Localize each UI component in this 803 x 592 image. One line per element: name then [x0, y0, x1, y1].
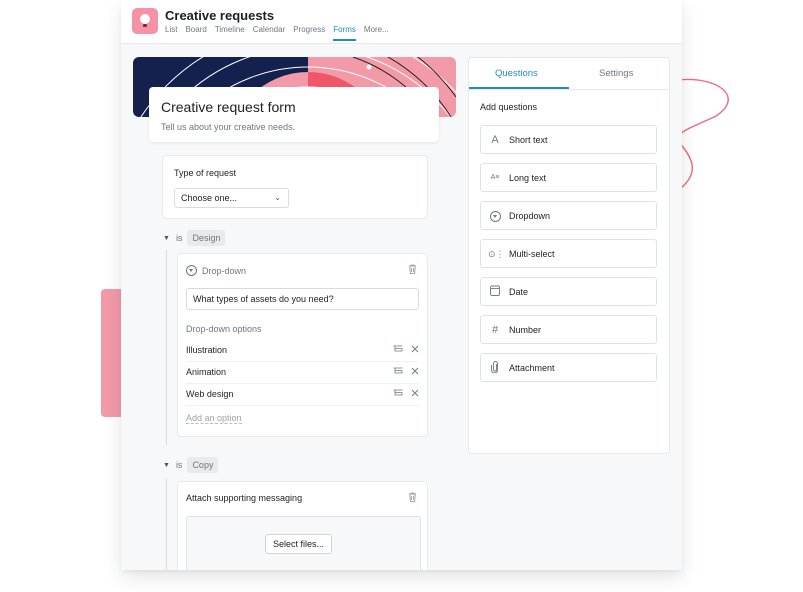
tab-board[interactable]: Board	[185, 25, 206, 41]
project-title: Creative requests	[165, 8, 275, 23]
lightbulb-icon	[132, 8, 158, 34]
multi-select-icon: ⊙⋮	[488, 249, 505, 259]
options-label: Drop-down options	[186, 324, 262, 334]
collapse-triangle-icon[interactable]: ▼	[163, 462, 170, 469]
trash-icon[interactable]	[408, 492, 417, 502]
long-text-icon: A≡	[490, 174, 500, 181]
app-window: Creative requests List Board Timeline Ca…	[121, 0, 682, 570]
option-row[interactable]: Animation	[186, 363, 419, 384]
add-questions-heading: Add questions	[480, 102, 538, 112]
hash-icon: #	[491, 324, 499, 336]
button-label: Date	[509, 287, 529, 297]
condition-prefix: is	[175, 460, 183, 470]
project-header: Creative requests List Board Timeline Ca…	[121, 0, 682, 44]
add-number-button[interactable]: # Number	[480, 315, 657, 344]
close-icon[interactable]	[411, 367, 419, 375]
type-select[interactable]: Choose one... ⌄	[174, 188, 289, 208]
trash-icon[interactable]	[408, 264, 417, 274]
form-title[interactable]: Creative request form	[161, 99, 296, 115]
tab-timeline[interactable]: Timeline	[215, 25, 245, 41]
branch-line	[166, 478, 167, 570]
tab-questions[interactable]: Questions	[495, 68, 538, 79]
button-label: Long text	[509, 173, 547, 183]
calendar-icon	[488, 285, 502, 299]
project-nav: List Board Timeline Calendar Progress Fo…	[165, 25, 397, 41]
question-card-attachment[interactable]: Attach supporting messaging Select files…	[177, 481, 428, 570]
text-a-icon: A	[491, 134, 499, 146]
dropdown-circle-icon	[488, 209, 502, 223]
branch-condition-design: ▼ is Design	[163, 230, 226, 246]
add-attachment-button[interactable]: Attachment	[480, 353, 657, 382]
add-date-button[interactable]: Date	[480, 277, 657, 306]
paperclip-icon	[488, 361, 502, 375]
questions-panel: Questions Settings Add questions A Short…	[468, 57, 670, 454]
tab-progress[interactable]: Progress	[293, 25, 325, 41]
question-text[interactable]: Attach supporting messaging	[186, 493, 302, 503]
question-card-type[interactable]: Type of request Choose one... ⌄	[162, 155, 428, 219]
button-label: Short text	[509, 135, 548, 145]
option-label[interactable]: Web design	[186, 389, 233, 399]
active-tab-indicator	[469, 87, 569, 89]
question-type-header: Drop-down	[186, 265, 246, 276]
question-label: Type of request	[174, 168, 237, 178]
option-row[interactable]: Illustration	[186, 341, 419, 362]
select-value: Choose one...	[181, 193, 238, 203]
question-type-label: Drop-down	[202, 265, 247, 276]
tab-more[interactable]: More...	[364, 25, 389, 41]
button-label: Multi-select	[509, 249, 555, 259]
condition-chip[interactable]: Copy	[187, 457, 219, 473]
tab-settings[interactable]: Settings	[599, 68, 633, 79]
form-description[interactable]: Tell us about your creative needs.	[161, 122, 295, 132]
tab-calendar[interactable]: Calendar	[253, 25, 285, 41]
button-label: Attachment	[509, 363, 555, 373]
select-files-button[interactable]: Select files...	[265, 534, 333, 554]
condition-chip[interactable]: Design	[187, 230, 226, 246]
close-icon[interactable]	[411, 345, 419, 353]
tab-list[interactable]: List	[165, 25, 177, 41]
add-dropdown-button[interactable]: Dropdown	[480, 201, 657, 230]
subtask-branch-icon[interactable]	[393, 389, 403, 397]
add-long-text-button[interactable]: A≡ Long text	[480, 163, 657, 192]
add-option-link[interactable]: Add an option	[186, 413, 242, 424]
add-short-text-button[interactable]: A Short text	[480, 125, 657, 154]
form-header-card: Creative request form Tell us about your…	[149, 87, 439, 142]
branch-condition-copy: ▼ is Copy	[163, 457, 219, 473]
add-multi-select-button[interactable]: ⊙⋮ Multi-select	[480, 239, 657, 268]
option-row[interactable]: Web design	[186, 385, 419, 406]
file-drop-area[interactable]: Select files...	[186, 516, 421, 570]
question-text-input[interactable]: What types of assets do you need?	[186, 288, 419, 310]
option-label[interactable]: Illustration	[186, 345, 227, 355]
button-label: Dropdown	[509, 211, 551, 221]
button-label: Number	[509, 325, 542, 335]
close-icon[interactable]	[411, 389, 419, 397]
dropdown-circle-icon	[186, 265, 197, 276]
tab-forms[interactable]: Forms	[333, 25, 356, 41]
chevron-down-icon: ⌄	[274, 193, 281, 202]
subtask-branch-icon[interactable]	[393, 345, 403, 353]
question-card-dropdown[interactable]: Drop-down What types of assets do you ne…	[177, 253, 428, 437]
condition-prefix: is	[175, 233, 183, 243]
panel-tabs: Questions Settings	[469, 58, 669, 90]
decorative-squiggle	[677, 78, 729, 189]
branch-line	[166, 250, 167, 445]
option-label[interactable]: Animation	[186, 367, 226, 377]
subtask-branch-icon[interactable]	[393, 367, 403, 375]
collapse-triangle-icon[interactable]: ▼	[163, 235, 170, 242]
